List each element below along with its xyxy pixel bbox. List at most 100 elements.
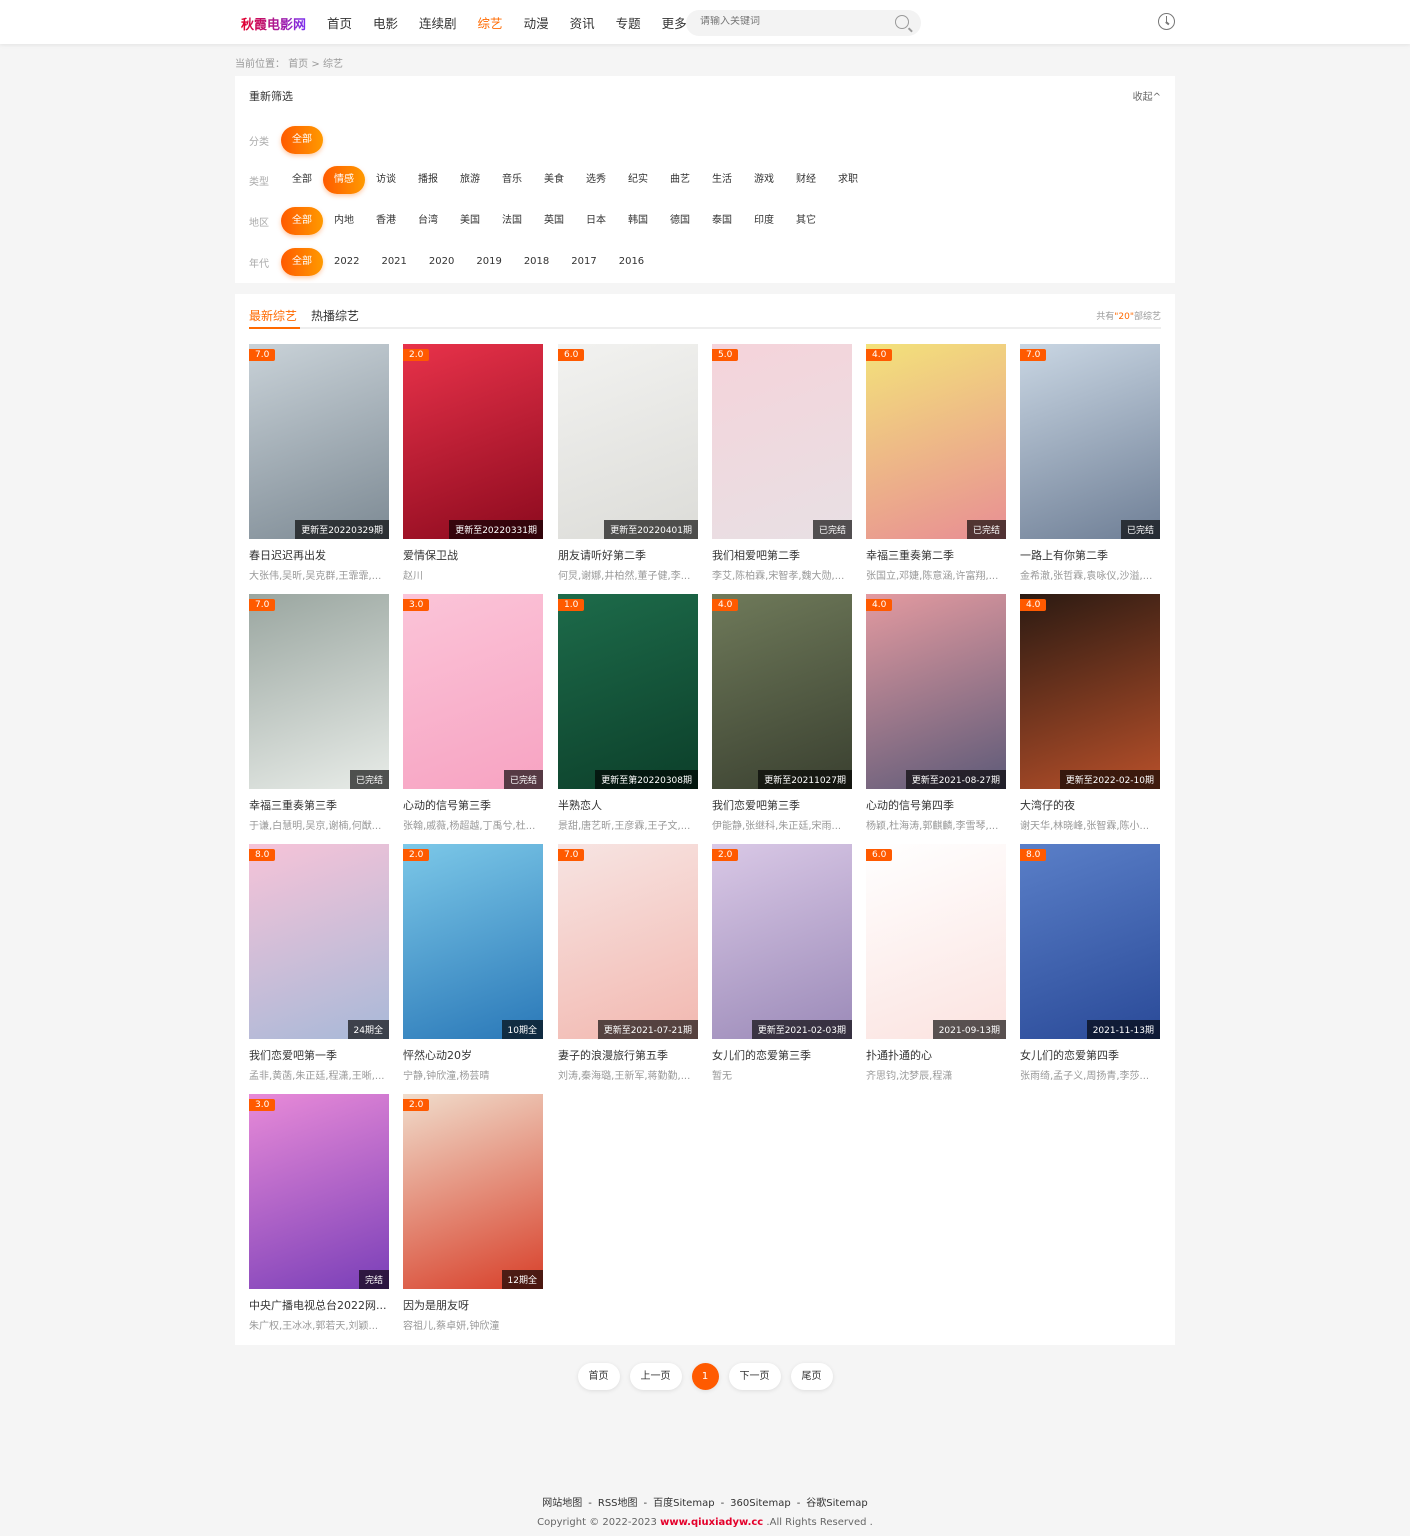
poster-image[interactable]: 4.0 更新至20211027期 [712,594,852,789]
video-title[interactable]: 幸福三重奏第二季 [866,547,1006,563]
last-page-button[interactable]: 尾页 [790,1363,833,1390]
poster-image[interactable]: 1.0 更新至第20220308期 [558,594,698,789]
poster-image[interactable]: 3.0 已完结 [403,594,543,789]
breadcrumb-current[interactable]: 综艺 [323,59,343,70]
poster-image[interactable]: 7.0 已完结 [1020,344,1160,539]
filter-option[interactable]: 情感 [323,166,365,194]
poster-image[interactable]: 2.0 12期全 [403,1094,543,1289]
video-card[interactable]: 4.0 已完结 幸福三重奏第二季 张国立,邓婕,陈意涵,许富翔,... [866,344,1006,582]
poster-image[interactable]: 6.0 2021-09-13期 [866,844,1006,1039]
filter-option[interactable]: 美国 [449,207,491,235]
video-title[interactable]: 春日迟迟再出发 [249,547,389,563]
nav-item[interactable]: 资讯 [570,13,595,32]
filter-option[interactable]: 其它 [785,207,827,235]
video-title[interactable]: 扑通扑通的心 [866,1047,1006,1063]
video-card[interactable]: 6.0 2021-09-13期 扑通扑通的心 齐思钧,沈梦辰,程潇 [866,844,1006,1082]
site-logo[interactable]: 秋霞电影网 [241,14,306,33]
filter-option[interactable]: 纪实 [617,166,659,194]
nav-item[interactable]: 首页 [327,13,352,32]
video-card[interactable]: 3.0 完结 中央广播电视总台2022网... 朱广权,王冰冰,郭若天,刘颖... [249,1094,389,1332]
video-title[interactable]: 怦然心动20岁 [403,1047,543,1063]
filter-option[interactable]: 旅游 [449,166,491,194]
video-card[interactable]: 7.0 更新至20220329期 春日迟迟再出发 大张伟,吴昕,吴克群,王霏霏,... [249,344,389,582]
poster-image[interactable]: 4.0 更新至2022-02-10期 [1020,594,1160,789]
filter-option[interactable]: 美食 [533,166,575,194]
filter-option[interactable]: 财经 [785,166,827,194]
filter-option[interactable]: 2018 [513,248,560,276]
nav-item[interactable]: 综艺 [478,13,503,32]
video-title[interactable]: 爱情保卫战 [403,547,543,563]
video-card[interactable]: 2.0 12期全 因为是朋友呀 容祖儿,蔡卓妍,钟欣潼 [403,1094,543,1332]
video-title[interactable]: 大湾仔的夜 [1020,797,1160,813]
filter-option[interactable]: 英国 [533,207,575,235]
current-page[interactable]: 1 [691,1363,719,1390]
collapse-button[interactable]: 收起^ [1133,88,1161,103]
video-card[interactable]: 1.0 更新至第20220308期 半熟恋人 景甜,唐艺昕,王彦霖,王子文,... [558,594,698,832]
video-title[interactable]: 因为是朋友呀 [403,1297,543,1313]
filter-option[interactable]: 内地 [323,207,365,235]
video-title[interactable]: 妻子的浪漫旅行第五季 [558,1047,698,1063]
filter-option[interactable]: 2021 [370,248,417,276]
filter-option[interactable]: 选秀 [575,166,617,194]
filter-option[interactable]: 2022 [323,248,370,276]
video-card[interactable]: 4.0 更新至2022-02-10期 大湾仔的夜 谢天华,林晓峰,张智霖,陈小... [1020,594,1160,832]
footer-link[interactable]: 百度Sitemap [653,1498,714,1509]
poster-image[interactable]: 2.0 更新至20220331期 [403,344,543,539]
video-card[interactable]: 5.0 已完结 我们相爱吧第二季 李艾,陈柏霖,宋智孝,魏大勋,... [712,344,852,582]
filter-option[interactable]: 印度 [743,207,785,235]
tab-popular[interactable]: 热播综艺 [311,307,359,324]
filter-option[interactable]: 访谈 [365,166,407,194]
search-input[interactable] [700,16,880,27]
video-card[interactable]: 7.0 已完结 一路上有你第二季 金希澈,张哲霖,袁咏仪,沙溢,... [1020,344,1160,582]
filter-option[interactable]: 日本 [575,207,617,235]
video-card[interactable]: 2.0 10期全 怦然心动20岁 宁静,钟欣潼,杨芸晴 [403,844,543,1082]
filter-option[interactable]: 播报 [407,166,449,194]
poster-image[interactable]: 5.0 已完结 [712,344,852,539]
filter-option[interactable]: 生活 [701,166,743,194]
history-clock-icon[interactable] [1158,13,1175,30]
video-title[interactable]: 女儿们的恋爱第三季 [712,1047,852,1063]
footer-link[interactable]: 360Sitemap [730,1498,791,1509]
poster-image[interactable]: 7.0 已完结 [249,594,389,789]
footer-link[interactable]: 网站地图 [542,1498,582,1509]
poster-image[interactable]: 4.0 更新至2021-08-27期 [866,594,1006,789]
poster-image[interactable]: 2.0 更新至2021-02-03期 [712,844,852,1039]
poster-image[interactable]: 3.0 完结 [249,1094,389,1289]
video-title[interactable]: 半熟恋人 [558,797,698,813]
video-card[interactable]: 7.0 更新至2021-07-21期 妻子的浪漫旅行第五季 刘涛,秦海璐,王新军,蒋勤… [558,844,698,1082]
filter-option[interactable]: 德国 [659,207,701,235]
poster-image[interactable]: 2.0 10期全 [403,844,543,1039]
nav-item[interactable]: 电影 [373,13,398,32]
video-title[interactable]: 心动的信号第四季 [866,797,1006,813]
video-card[interactable]: 2.0 更新至20220331期 爱情保卫战 赵川 [403,344,543,582]
first-page-button[interactable]: 首页 [577,1363,620,1390]
footer-link[interactable]: RSS地图 [598,1498,638,1509]
footer-link[interactable]: 谷歌Sitemap [806,1498,867,1509]
filter-option[interactable]: 全部 [281,207,323,235]
poster-image[interactable]: 8.0 24期全 [249,844,389,1039]
filter-option[interactable]: 游戏 [743,166,785,194]
nav-item[interactable]: 专题 [616,13,641,32]
poster-image[interactable]: 4.0 已完结 [866,344,1006,539]
video-title[interactable]: 女儿们的恋爱第四季 [1020,1047,1160,1063]
filter-option[interactable]: 2017 [560,248,607,276]
filter-option[interactable]: 台湾 [407,207,449,235]
filter-option[interactable]: 2019 [465,248,512,276]
filter-option[interactable]: 法国 [491,207,533,235]
poster-image[interactable]: 6.0 更新至20220401期 [558,344,698,539]
filter-option[interactable]: 全部 [281,166,323,194]
video-card[interactable]: 6.0 更新至20220401期 朋友请听好第二季 何炅,谢娜,井柏然,董子健,李..… [558,344,698,582]
next-page-button[interactable]: 下一页 [728,1363,781,1390]
video-card[interactable]: 3.0 已完结 心动的信号第三季 张翰,戚薇,杨超越,丁禹兮,杜... [403,594,543,832]
video-title[interactable]: 我们相爱吧第二季 [712,547,852,563]
tab-latest[interactable]: 最新综艺 [249,307,297,324]
video-card[interactable]: 8.0 24期全 我们恋爱吧第一季 孟非,黄菡,朱正廷,程潇,王晰,... [249,844,389,1082]
video-card[interactable]: 2.0 更新至2021-02-03期 女儿们的恋爱第三季 暂无 [712,844,852,1082]
filter-option[interactable]: 韩国 [617,207,659,235]
filter-option[interactable]: 全部 [281,126,323,154]
video-title[interactable]: 我们恋爱吧第三季 [712,797,852,813]
nav-item[interactable]: 动漫 [524,13,549,32]
video-title[interactable]: 我们恋爱吧第一季 [249,1047,389,1063]
filter-option[interactable]: 音乐 [491,166,533,194]
poster-image[interactable]: 7.0 更新至2021-07-21期 [558,844,698,1039]
